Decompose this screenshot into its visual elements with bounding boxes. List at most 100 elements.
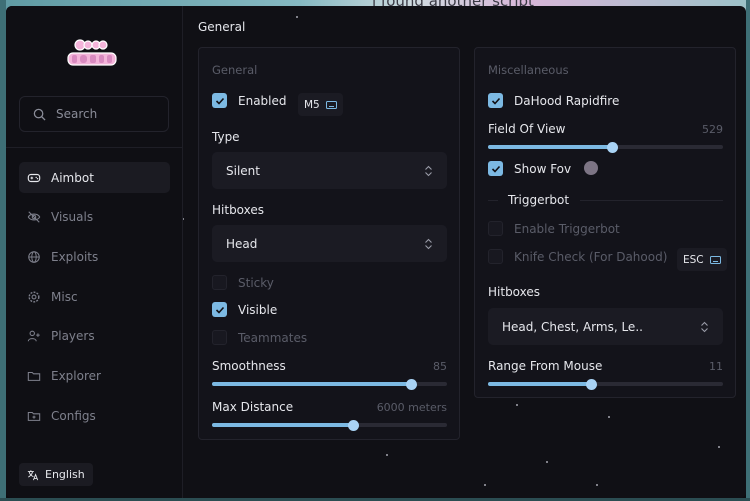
knife-check-label: Knife Check (For Dahood) <box>514 250 668 264</box>
slider-thumb[interactable] <box>606 141 618 153</box>
rapidfire-label: DaHood Rapidfire <box>514 94 620 108</box>
checkmark-icon <box>215 306 224 314</box>
show-fov-checkbox[interactable] <box>488 161 503 176</box>
sidebar-item-label: Misc <box>51 289 78 304</box>
slider-fill <box>488 382 592 386</box>
slider-thumb[interactable] <box>405 378 417 390</box>
user-plus-icon <box>27 330 40 342</box>
translate-icon <box>27 469 39 480</box>
sidebar-item-misc[interactable]: Misc <box>19 281 170 312</box>
sidebar-nav: Aimbot Visuals Exploits Misc Players Exp… <box>19 162 170 440</box>
hitboxes-label: Hitboxes <box>212 203 265 217</box>
sidebar-item-label: Visuals <box>51 210 94 225</box>
star <box>546 461 548 463</box>
keybind-label: M5 <box>304 98 320 111</box>
keyboard-icon <box>325 100 337 109</box>
star <box>386 454 388 456</box>
checkmark-icon <box>215 97 224 105</box>
sidebar-item-label: Exploits <box>51 249 99 264</box>
slider-fill <box>212 382 412 386</box>
type-dropdown[interactable]: Silent <box>212 152 447 189</box>
fov-color-picker[interactable] <box>584 161 598 175</box>
star <box>718 446 720 448</box>
page-title: General <box>198 20 246 34</box>
slider-thumb[interactable] <box>347 419 359 431</box>
star <box>484 484 486 486</box>
search-box[interactable] <box>19 96 169 132</box>
globe-icon <box>28 251 40 263</box>
type-label: Type <box>212 130 240 144</box>
max-distance-slider[interactable] <box>212 419 447 431</box>
logo-icon <box>67 39 117 66</box>
sidebar-item-explorer[interactable]: Explorer <box>19 360 170 391</box>
sidebar-divider <box>6 147 183 148</box>
range-from-mouse-label: Range From Mouse <box>488 359 603 373</box>
range-from-mouse-slider[interactable] <box>488 378 723 390</box>
hitboxes-dropdown[interactable]: Head <box>212 225 447 262</box>
checkmark-icon <box>491 165 500 173</box>
checkmark-icon <box>491 97 500 105</box>
show-fov-label: Show Fov <box>514 162 572 176</box>
star <box>596 484 598 486</box>
slider-fill <box>212 423 353 427</box>
search-icon <box>33 108 46 121</box>
slider-thumb[interactable] <box>585 378 597 390</box>
sticky-label: Sticky <box>238 276 274 290</box>
visible-label: Visible <box>238 303 278 317</box>
teammates-checkbox[interactable] <box>212 330 227 345</box>
folder-plus-icon <box>27 411 41 421</box>
folder-icon <box>27 371 41 381</box>
gamepad-icon <box>27 173 41 182</box>
gear-icon <box>28 291 40 303</box>
backdrop-right <box>746 0 750 501</box>
chevron-updown-icon <box>425 238 432 249</box>
enable-triggerbot-checkbox[interactable] <box>488 221 503 236</box>
misc-hitboxes-dropdown[interactable]: Head, Chest, Arms, Le.. <box>488 308 723 345</box>
knife-check-checkbox[interactable] <box>488 249 503 264</box>
chevron-updown-icon <box>425 165 432 176</box>
sidebar-item-label: Configs <box>51 408 96 423</box>
smoothness-slider[interactable] <box>212 378 447 390</box>
sidebar-item-visuals[interactable]: Visuals <box>19 202 170 233</box>
sidebar-item-label: Players <box>51 329 95 344</box>
sidebar-item-exploits[interactable]: Exploits <box>19 241 170 272</box>
enable-triggerbot-label: Enable Triggerbot <box>514 222 620 236</box>
smoothness-value: 85 <box>433 360 447 373</box>
keyboard-icon <box>709 255 721 264</box>
sidebar-item-label: Aimbot <box>51 170 94 185</box>
star <box>296 16 298 18</box>
enabled-label: Enabled <box>238 94 287 108</box>
max-distance-label: Max Distance <box>212 400 294 414</box>
smoothness-label: Smoothness <box>212 359 286 373</box>
teammates-label: Teammates <box>238 331 308 345</box>
triggerbot-divider-left <box>488 200 498 201</box>
rapidfire-checkbox[interactable] <box>488 93 503 108</box>
misc-hitboxes-label: Hitboxes <box>488 285 541 299</box>
language-label: English <box>45 468 85 481</box>
search-input[interactable] <box>56 107 156 121</box>
fov-label: Field Of View <box>488 122 566 136</box>
sidebar-item-players[interactable]: Players <box>19 321 170 352</box>
sidebar-item-configs[interactable]: Configs <box>19 400 170 431</box>
fov-slider[interactable] <box>488 141 723 153</box>
triggerbot-divider-right <box>580 200 723 201</box>
sidebar: Aimbot Visuals Exploits <box>6 6 183 498</box>
enabled-checkbox[interactable] <box>212 93 227 108</box>
general-panel: General Enabled M5 Type Silent Hitboxes … <box>198 47 460 440</box>
miscellaneous-panel-title: Miscellaneous <box>488 63 569 77</box>
knife-check-keybind[interactable]: ESC <box>677 248 727 271</box>
slider-fill <box>488 145 613 149</box>
language-selector[interactable]: English <box>19 463 93 486</box>
enabled-keybind[interactable]: M5 <box>298 93 343 116</box>
hitboxes-value: Head <box>226 236 258 251</box>
max-distance-value: 6000 meters <box>376 401 447 414</box>
sidebar-item-aimbot[interactable]: Aimbot <box>19 162 170 193</box>
menu-window: Aimbot Visuals Exploits <box>6 6 746 498</box>
sticky-checkbox[interactable] <box>212 275 227 290</box>
visible-checkbox[interactable] <box>212 302 227 317</box>
chevron-updown-icon <box>701 321 708 332</box>
star <box>608 416 610 418</box>
miscellaneous-panel: Miscellaneous DaHood Rapidfire Field Of … <box>474 47 736 398</box>
range-from-mouse-value: 11 <box>709 360 723 373</box>
keybind-label: ESC <box>683 253 704 266</box>
